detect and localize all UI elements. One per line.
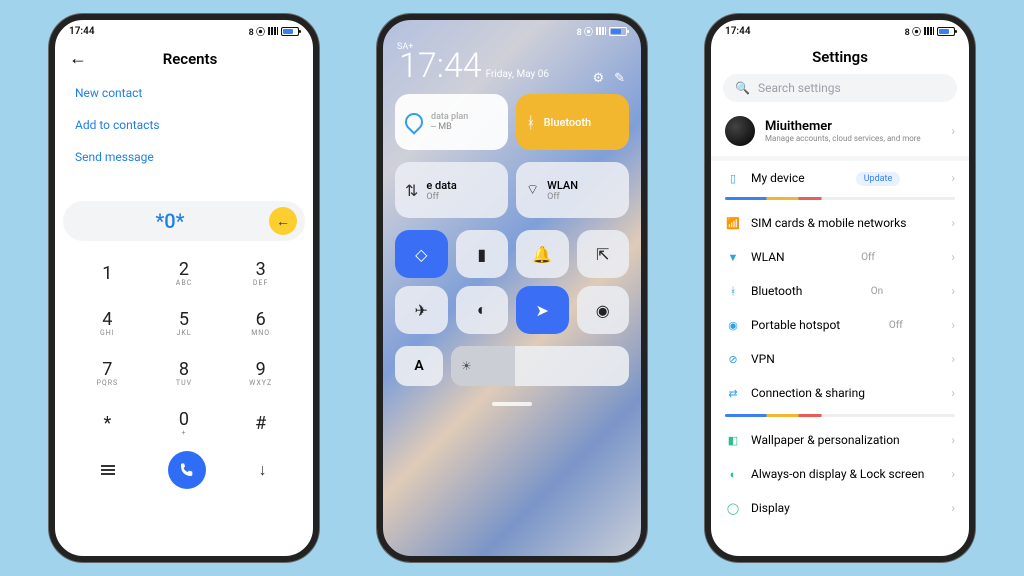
- tile-wlan[interactable]: ⌔ WLAN Off: [516, 162, 629, 218]
- settings-icon[interactable]: ⚙: [592, 71, 604, 86]
- signal-icon: [268, 27, 278, 35]
- device-icon: ▯: [725, 170, 741, 186]
- menu-button[interactable]: [101, 465, 115, 475]
- key-9[interactable]: 9WXYZ: [222, 351, 299, 395]
- link-new-contact[interactable]: New contact: [75, 77, 293, 109]
- link-send-message[interactable]: Send message: [75, 141, 293, 173]
- dial-input[interactable]: *0*: [71, 209, 269, 233]
- page-title: Settings: [711, 40, 969, 74]
- status-bar: 8 ⦿: [383, 20, 641, 40]
- dial-input-row: *0* ←: [63, 201, 305, 241]
- key-7[interactable]: 7PQRS: [69, 351, 146, 395]
- tile-dark-mode[interactable]: ◐: [456, 286, 509, 334]
- item-wlan[interactable]: ▼WLANOff›: [711, 240, 969, 274]
- key-#[interactable]: #: [222, 401, 299, 445]
- sun-icon: ☀: [461, 359, 472, 373]
- edit-icon[interactable]: ✎: [614, 71, 625, 86]
- item-connection-sharing[interactable]: ⇄Connection & sharing›: [711, 376, 969, 410]
- signal-icon: [596, 27, 606, 35]
- collapse-button[interactable]: ↓: [259, 460, 267, 480]
- key-*[interactable]: *: [69, 401, 146, 445]
- chevron-right-icon: ›: [951, 124, 955, 138]
- section-divider: [725, 197, 955, 200]
- tile-cast[interactable]: ⇱: [577, 230, 630, 278]
- carrier-label: SA+: [397, 42, 413, 52]
- tile-vibrate[interactable]: ◇: [395, 230, 448, 278]
- battery-icon: [609, 27, 627, 36]
- tile-sound[interactable]: 🔔: [516, 230, 569, 278]
- signal-icon: [924, 27, 934, 35]
- cc-date: Friday, May 06: [486, 69, 549, 80]
- phone-settings: 17:44 8 ⦿ Settings 🔍 Search settings Miu…: [705, 14, 975, 562]
- tile-mobile-data[interactable]: ⇅ e data Off: [395, 162, 508, 218]
- key-0[interactable]: 0+: [146, 401, 223, 445]
- item-my-device[interactable]: ▯ My device Update ›: [711, 161, 969, 195]
- item-sim-cards-mobile-networks[interactable]: 📶SIM cards & mobile networks›: [711, 206, 969, 240]
- tile-location[interactable]: ➤: [516, 286, 569, 334]
- avatar: [725, 116, 755, 146]
- item-wallpaper-personalization[interactable]: ◧Wallpaper & personalization›: [711, 423, 969, 457]
- item-portable-hotspot[interactable]: ◉Portable hotspotOff›: [711, 308, 969, 342]
- key-4[interactable]: 4GHI: [69, 301, 146, 345]
- key-2[interactable]: 2ABC: [146, 251, 223, 295]
- drop-icon: [401, 109, 426, 134]
- battery-icon: [281, 27, 299, 36]
- phone-control-center: 8 ⦿ SA+ 17:44 Friday, May 06 ⚙ ✎ data pl…: [377, 14, 647, 562]
- key-6[interactable]: 6MNO: [222, 301, 299, 345]
- call-button[interactable]: [168, 451, 206, 489]
- data-icon: ⇅: [405, 181, 418, 200]
- tile-airplane[interactable]: ✈: [395, 286, 448, 334]
- account-row[interactable]: Miuithemer Manage accounts, cloud servic…: [711, 110, 969, 156]
- tile-data-plan[interactable]: data plan -- MB: [395, 94, 508, 150]
- status-time: 17:44: [69, 26, 95, 37]
- key-5[interactable]: 5JKL: [146, 301, 223, 345]
- item-vpn[interactable]: ⊘VPN›: [711, 342, 969, 376]
- cc-clock: 17:44: [399, 46, 482, 86]
- search-icon: 🔍: [735, 81, 750, 95]
- bluetooth-icon: ᚼ: [526, 113, 536, 132]
- wifi-icon: ⌔: [526, 181, 539, 199]
- auto-brightness-button[interactable]: A: [395, 346, 443, 386]
- phone-icon: [179, 462, 195, 478]
- key-3[interactable]: 3DEF: [222, 251, 299, 295]
- item-display[interactable]: ◯Display›: [711, 491, 969, 525]
- key-8[interactable]: 8TUV: [146, 351, 223, 395]
- brightness-slider[interactable]: ☀: [451, 346, 629, 386]
- key-1[interactable]: 1: [69, 251, 146, 295]
- phone-dialer: 17:44 8 ⦿ ← Recents New contact Add to c…: [49, 14, 319, 562]
- tile-eye-comfort[interactable]: ◉: [577, 286, 630, 334]
- drag-handle[interactable]: [492, 402, 532, 406]
- section-divider: [725, 414, 955, 417]
- search-input[interactable]: 🔍 Search settings: [723, 74, 957, 102]
- status-bar: 17:44 8 ⦿: [711, 20, 969, 40]
- item-always-on-display-lock-screen[interactable]: ◐Always-on display & Lock screen›: [711, 457, 969, 491]
- item-bluetooth[interactable]: ᚼBluetoothOn›: [711, 274, 969, 308]
- chevron-right-icon: ›: [951, 171, 955, 185]
- backspace-button[interactable]: ←: [269, 207, 297, 235]
- page-title: Recents: [81, 50, 299, 68]
- tile-bluetooth[interactable]: ᚼ Bluetooth: [516, 94, 629, 150]
- dialpad: 12ABC3DEF 4GHI5JKL6MNO 7PQRS8TUV9WXYZ *0+#: [55, 245, 313, 445]
- action-links: New contact Add to contacts Send message: [55, 73, 313, 173]
- status-bar: 17:44 8 ⦿: [55, 20, 313, 40]
- update-badge: Update: [856, 172, 901, 186]
- status-right: 8 ⦿: [249, 25, 299, 38]
- link-add-to-contacts[interactable]: Add to contacts: [75, 109, 293, 141]
- battery-icon: [937, 27, 955, 36]
- tile-flashlight[interactable]: ▮: [456, 230, 509, 278]
